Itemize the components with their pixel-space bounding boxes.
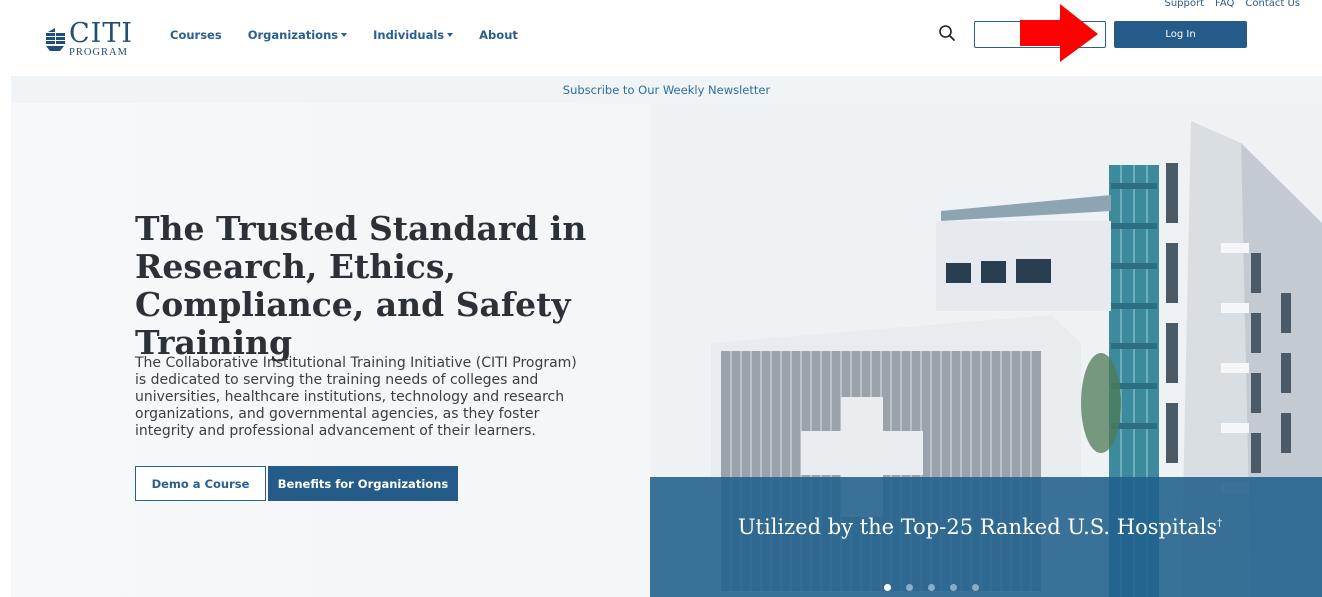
carousel-dot-3[interactable] [928,584,935,591]
carousel-caption-text: Utilized by the Top-25 Ranked U.S. Hospi… [737,515,1218,539]
nav-courses[interactable]: Courses [170,28,222,42]
carousel-dot-4[interactable] [950,584,957,591]
caret-down-icon [341,33,348,37]
nav-organizations-label: Organizations [247,28,339,42]
carousel-caption-panel: Utilized by the Top-25 Ranked U.S. Hospi… [650,477,1322,597]
nav-individuals[interactable]: Individuals [373,28,454,42]
login-button[interactable]: Log In [1114,21,1247,48]
demo-course-button[interactable]: Demo a Course [135,466,266,501]
caret-down-icon [447,33,454,37]
hero-title: The Trusted Standard in Research, Ethics… [135,209,587,362]
carousel-dots [884,584,979,591]
main-nav: Courses Organizations Individuals About [170,28,518,42]
dagger-mark: † [1217,518,1223,529]
nav-about[interactable]: About [479,28,518,42]
logo-emblem-icon [44,26,66,52]
hero-description: The Collaborative Institutional Training… [135,355,577,439]
nav-about-label: About [479,28,518,42]
carousel-dot-5[interactable] [972,584,979,591]
nav-organizations[interactable]: Organizations [247,28,348,42]
hero-section: The Trusted Standard in Research, Ethics… [11,103,1322,597]
nav-courses-label: Courses [170,28,222,42]
carousel-dot-2[interactable] [906,584,913,591]
carousel-caption: Utilized by the Top-25 Ranked U.S. Hospi… [730,511,1230,540]
newsletter-text: Subscribe to Our Weekly Newsletter [562,82,771,97]
site-header: CITI PROGRAM Courses Organizations Indiv… [0,0,1322,70]
red-arrow-annotation [1020,0,1102,64]
search-icon[interactable] [938,24,956,42]
logo-sub-text: PROGRAM [69,46,128,58]
benefits-organizations-button[interactable]: Benefits for Organizations [268,466,458,501]
citi-logo[interactable]: CITI PROGRAM [44,16,144,62]
nav-individuals-label: Individuals [373,28,445,42]
newsletter-banner[interactable]: Subscribe to Our Weekly Newsletter [11,76,1322,103]
carousel-dot-1[interactable] [884,584,891,591]
logo-main-text: CITI [69,17,133,49]
